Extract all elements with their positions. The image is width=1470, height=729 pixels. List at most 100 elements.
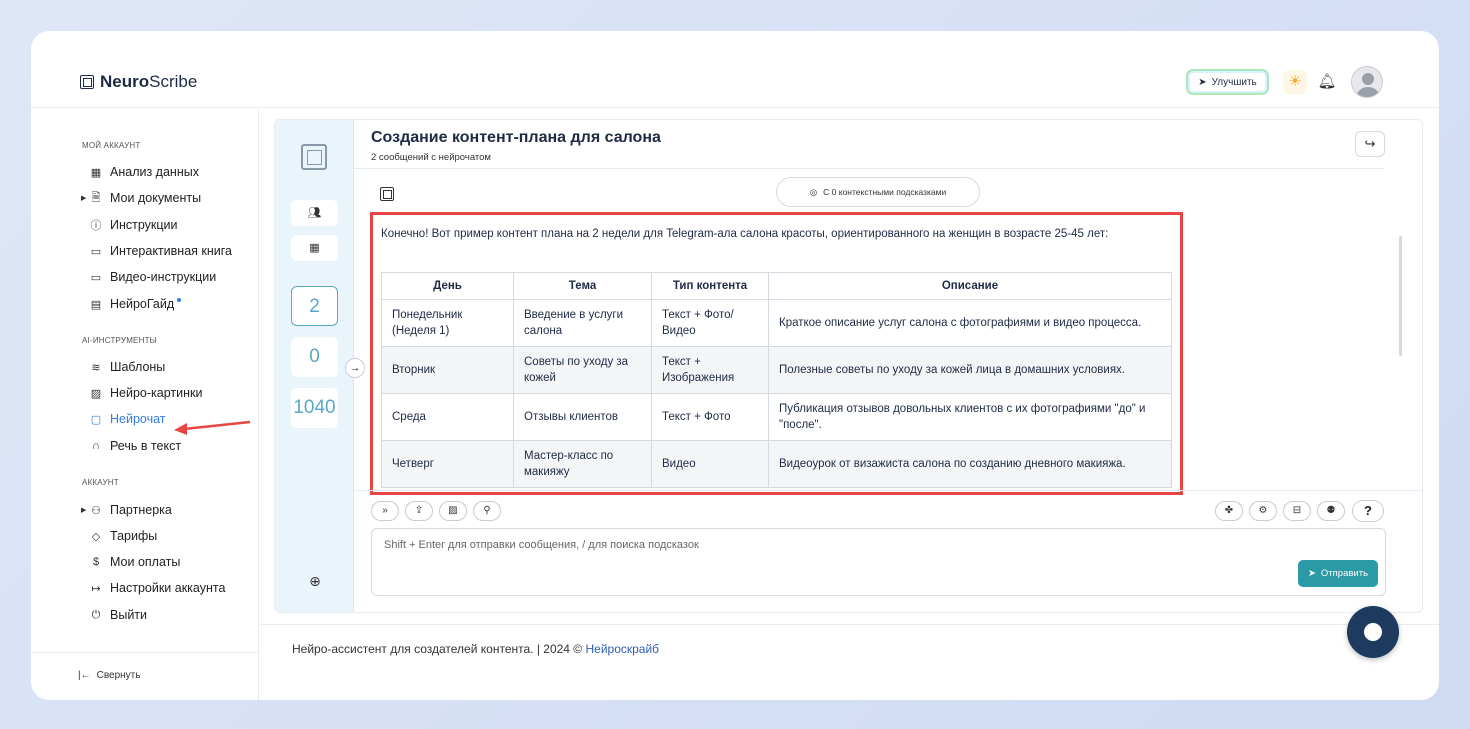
brand-light: Scribe (149, 72, 198, 91)
new-dot-badge (177, 298, 182, 302)
table-header: Тип контента (651, 272, 769, 300)
login-icon: ↦ (91, 582, 101, 595)
sidebar-item-logout[interactable]: ⏻ Выйти (89, 606, 147, 624)
sidebar-item-documents[interactable]: 🗎 Мои документы (89, 189, 202, 207)
sidebar-item-tariffs[interactable]: ◇ Тарифы (89, 527, 157, 545)
brand-bold: Neuro (100, 72, 150, 91)
upload-file-button[interactable]: ⇪ (405, 501, 433, 521)
video-icon: ▭ (90, 271, 102, 284)
image-icon: ▨ (448, 505, 458, 516)
table-cell: Среда (381, 393, 514, 441)
table-header: Описание (768, 272, 1172, 300)
table-header: День (381, 272, 514, 300)
chat-icon: ▢ (90, 413, 102, 426)
assistant-message-highlight: Конечно! Вот пример контент плана на 2 н… (370, 212, 1183, 495)
layout-button[interactable]: ⊟ (1283, 501, 1311, 521)
content-plan-table: День Тема Тип контента Описание Понедель… (381, 272, 1172, 488)
context-hints-pill[interactable]: ◎ С 0 контекстными подсказками (776, 177, 980, 207)
red-arrow-annotation (174, 420, 251, 435)
sidebar-item-partner[interactable]: ⚇ Партнерка (89, 501, 172, 519)
footer-link[interactable]: Нейроскрайб (585, 642, 659, 656)
bell-icon[interactable]: 🔔︎ (1316, 71, 1338, 93)
page-footer: Нейро-ассистент для создателей контента.… (260, 624, 1439, 672)
sidebar: МОЙ АККАУНТ ▦ Анализ данных ▶ 🗎 Мои докуме… (31, 109, 259, 700)
rail-count-hints[interactable]: 0 (291, 337, 338, 377)
send-label: Отправить (1320, 568, 1369, 579)
grid-button[interactable]: ▦ (291, 235, 338, 261)
collapse-button[interactable]: |← Свернуть (78, 670, 140, 681)
wand-icon: ⚲ (483, 505, 491, 516)
rail-count-tokens[interactable]: 1040 (291, 388, 338, 428)
table-cell: Видео (651, 440, 769, 488)
palette-icon: ◎ (809, 186, 818, 197)
table-cell: Отзывы клиентов (513, 393, 652, 441)
message-intro: Конечно! Вот пример контент плана на 2 н… (381, 228, 1109, 240)
layers-icon: ≋ (91, 361, 101, 374)
robot-icon: ⚉ (1326, 505, 1336, 516)
sidebar-footer: |← Свернуть (31, 652, 258, 700)
headphones-icon: ∩ (92, 440, 100, 452)
collapse-icon: |← (78, 670, 91, 681)
chat-subtitle: 2 сообщений с нейрочатом (371, 152, 491, 163)
message-input[interactable] (384, 539, 1284, 579)
theme-toggle-sun-icon[interactable]: ☀ (1283, 70, 1307, 94)
table-row: Вторник Советы по уходу за кожей Текст +… (381, 346, 1172, 394)
support-chat-button[interactable] (1347, 606, 1399, 658)
puzzle-icon: ✤ (1224, 505, 1234, 516)
sidebar-item-neurochat[interactable]: ▢ Нейрочат (89, 410, 166, 428)
send-button[interactable]: ➤ Отправить (1298, 560, 1378, 587)
table-cell: Введение в услуги салона (513, 299, 652, 347)
add-chat-plus-icon[interactable]: ⊕ (304, 570, 326, 592)
share-icon: ↪ (1364, 136, 1376, 151)
dollar-icon: $ (92, 556, 100, 568)
sidebar-item-speech-to-text[interactable]: ∩ Речь в текст (89, 437, 181, 455)
sidebar-item-instructions[interactable]: ⓘ Инструкции (89, 216, 178, 234)
sidebar-item-data-analysis[interactable]: ▦ Анализ данных (89, 163, 199, 181)
plugin-button[interactable]: ✤ (1215, 501, 1243, 521)
upgrade-button[interactable]: ➤ Улучшить (1186, 69, 1269, 95)
bot-button[interactable]: ⚉ (1317, 501, 1345, 521)
grid-icon: ▦ (309, 242, 320, 254)
table-cell: Текст + Фото (651, 393, 769, 441)
share-button[interactable]: ↪ (1355, 131, 1385, 157)
caret-right-icon[interactable]: ▶ (81, 194, 86, 202)
section-account: АККАУНТ (82, 478, 119, 487)
sidebar-item-video-instructions[interactable]: ▭ Видео-инструкции (89, 268, 216, 286)
gear-icon: ⚙ (1258, 505, 1268, 516)
table-row: Четверг Мастер-класс по макияжу Видео Ви… (381, 440, 1172, 488)
expand-arrow-icon[interactable]: → (345, 358, 365, 378)
help-button[interactable]: ? (1352, 500, 1384, 522)
message-input-box: ➤ Отправить (371, 528, 1386, 596)
header-divider (354, 168, 1384, 169)
footer-text: Нейро-ассистент для создателей контента.… (292, 642, 660, 656)
sidebar-item-account-settings[interactable]: ↦ Настройки аккаунта (89, 579, 225, 597)
table-cell: Текст + Фото/ Видео (651, 299, 769, 347)
table-cell: Четверг (381, 440, 514, 488)
users-button[interactable]: 👥︎ (291, 200, 338, 226)
sidebar-item-payments[interactable]: $ Мои оплаты (89, 553, 180, 571)
avatar[interactable] (1351, 66, 1383, 98)
sidebar-item-templates[interactable]: ≋ Шаблоны (89, 358, 165, 376)
collapse-chevrons-button[interactable]: » (371, 501, 399, 521)
help-circle-icon: ⓘ (90, 220, 102, 232)
sidebar-item-neuroguide[interactable]: ▤ НейроГайд (89, 295, 182, 313)
rail-count-messages[interactable]: 2 (291, 286, 338, 326)
upload-image-button[interactable]: ▨ (439, 501, 467, 521)
caret-right-icon[interactable]: ▶ (81, 506, 86, 514)
chevrons-down-icon: » (382, 505, 388, 516)
table-cell: Понедельник (Неделя 1) (381, 299, 514, 347)
app-logo[interactable]: NeuroScribe (80, 72, 197, 92)
section-ai-tools: AI-ИНСТРУМЕНТЫ (82, 336, 157, 345)
sidebar-item-neuro-images[interactable]: ▨ Нейро-картинки (89, 384, 203, 402)
magic-wand-button[interactable]: ⚲ (473, 501, 501, 521)
scrollbar[interactable] (1399, 236, 1402, 356)
sidebar-item-interactive-book[interactable]: ▭ Интерактивная книга (89, 242, 232, 260)
table-cell: Видеоурок от визажиста салона по создани… (768, 440, 1172, 488)
table-cell: Вторник (381, 346, 514, 394)
table-row: Понедельник (Неделя 1) Введение в услуги… (381, 299, 1172, 347)
table-cell: Советы по уходу за кожей (513, 346, 652, 394)
rocket-icon: ➤ (1198, 76, 1207, 88)
top-bar: NeuroScribe ➤ Улучшить ☀ 🔔︎ (31, 31, 1439, 108)
tag-icon: ◇ (91, 530, 101, 543)
settings-button[interactable]: ⚙ (1249, 501, 1277, 521)
